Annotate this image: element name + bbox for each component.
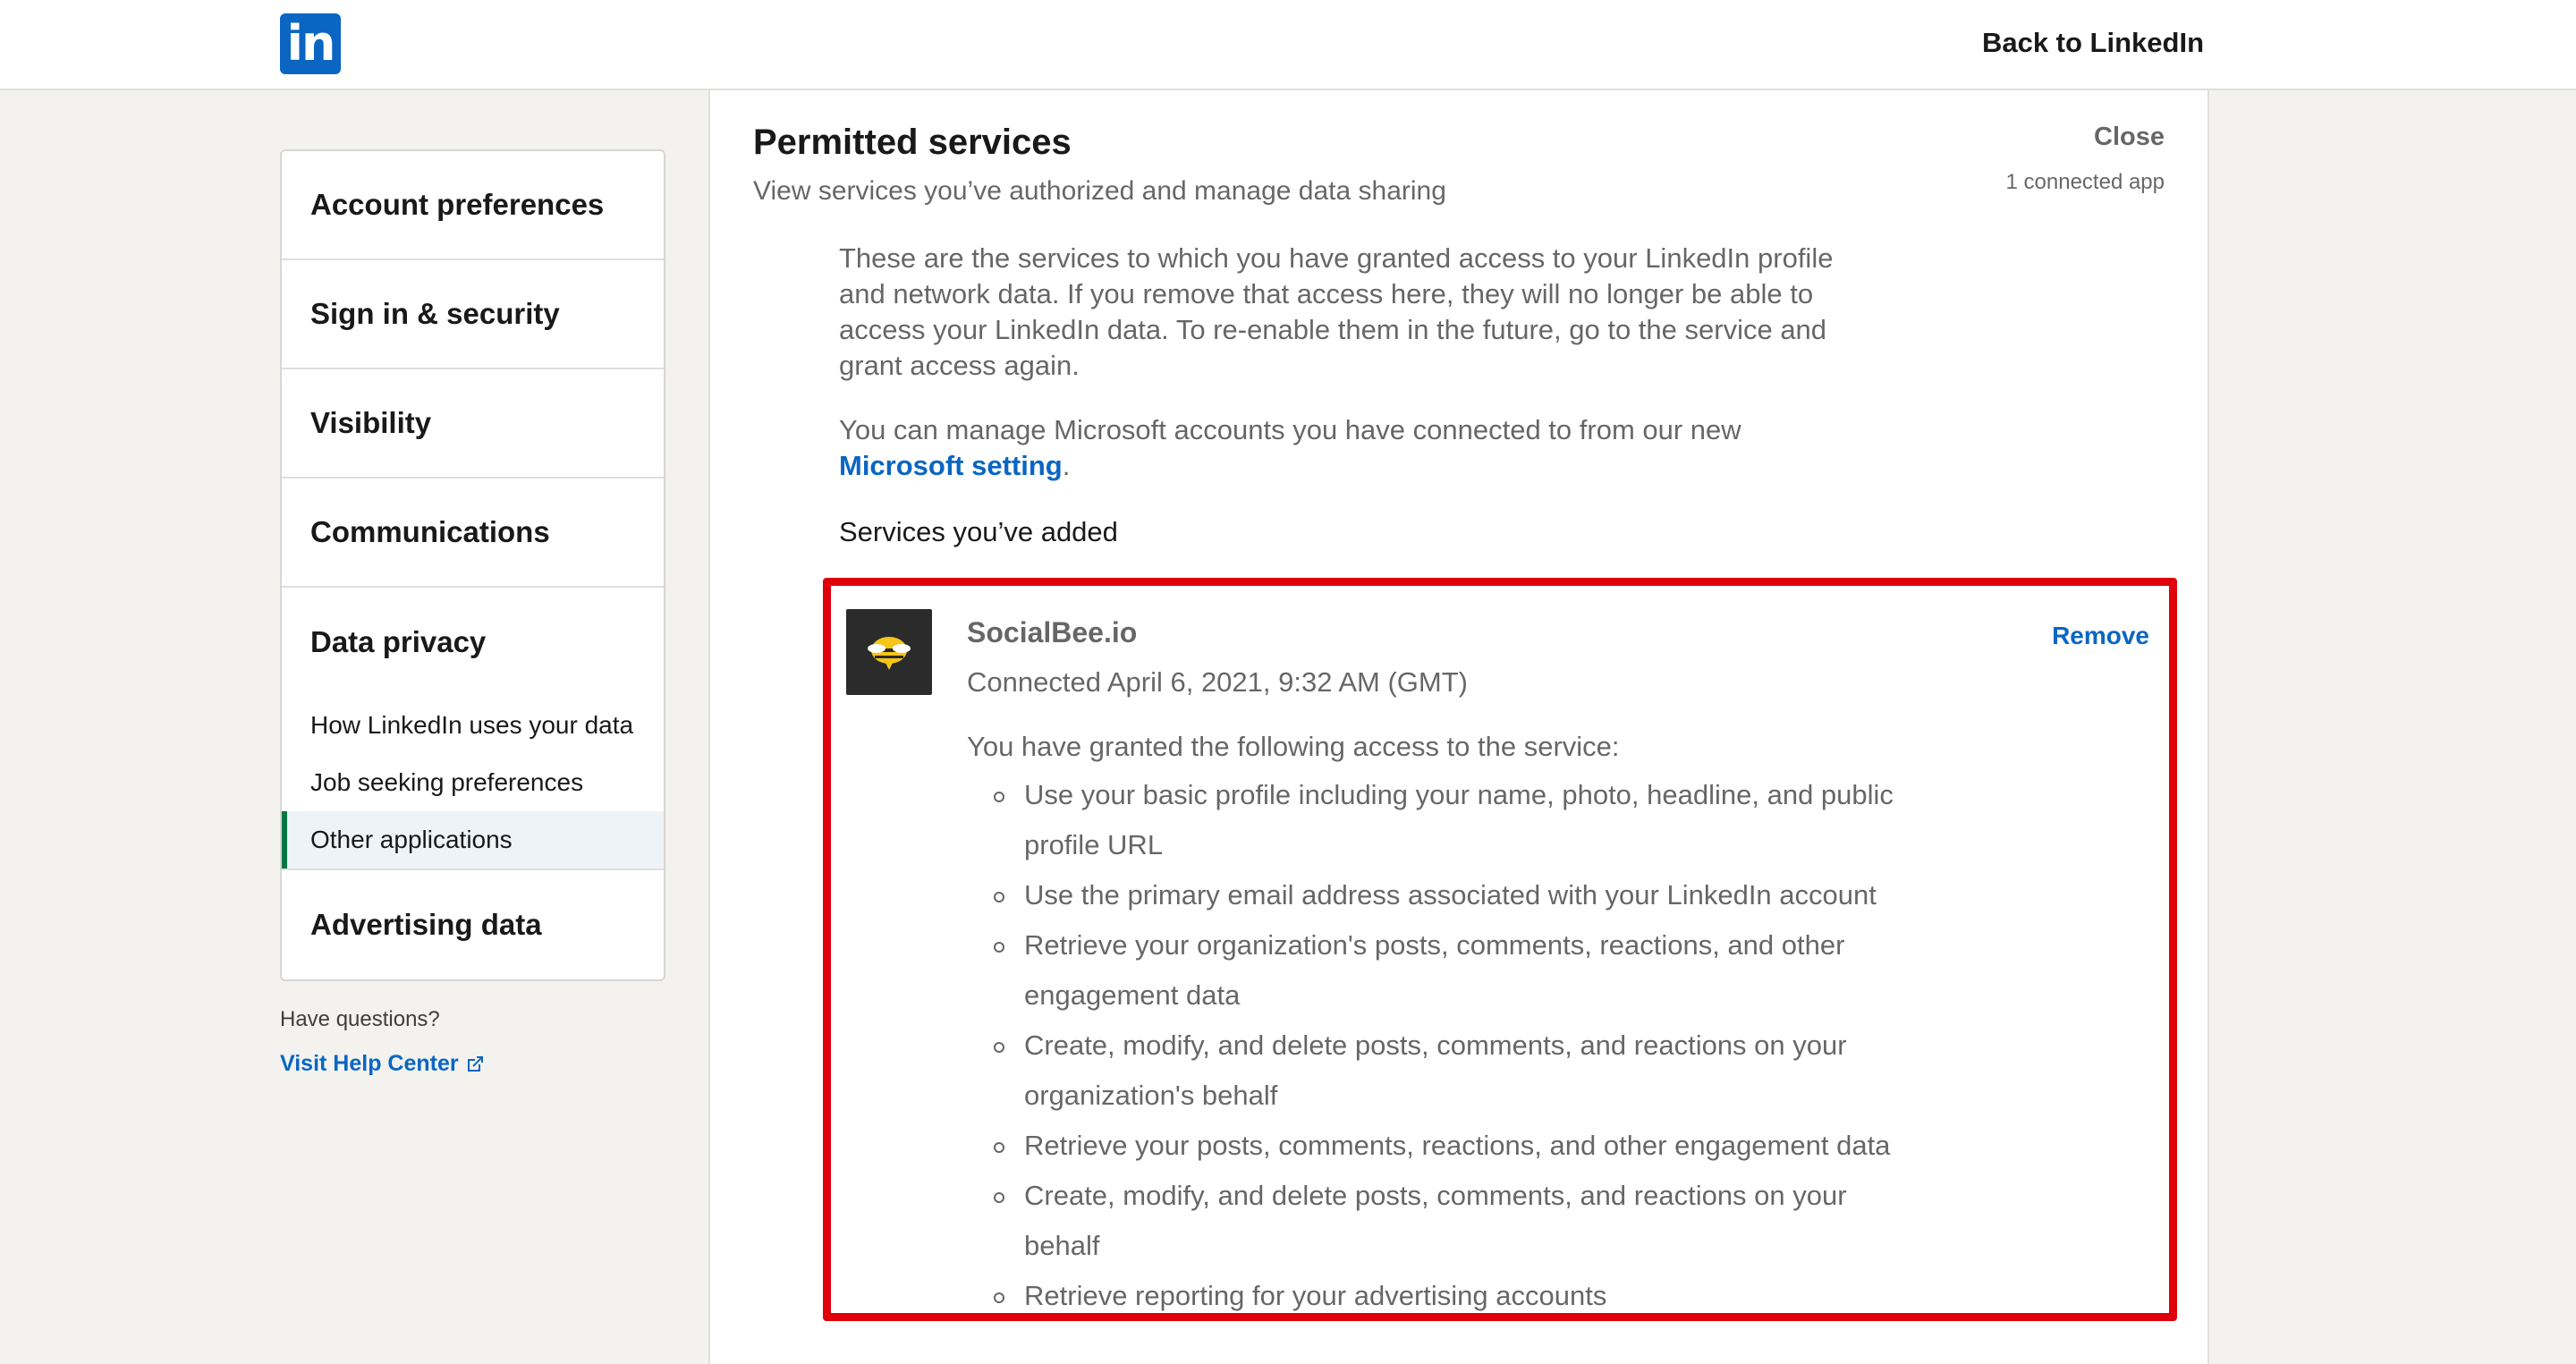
sidebar-item-account-preferences[interactable]: Account preferences <box>282 151 664 260</box>
permission-item: Create, modify, and delete posts, commen… <box>967 1021 1897 1121</box>
access-intro-text: You have granted the following access to… <box>967 731 1620 762</box>
sidebar-item-label: Advertising data <box>310 908 542 941</box>
permission-item: Retrieve your posts, comments, reactions… <box>967 1121 1897 1171</box>
microsoft-note-period: . <box>1062 450 1071 481</box>
permission-item: Retrieve reporting for your advertising … <box>967 1271 1897 1321</box>
sidebar-item-sign-in-security[interactable]: Sign in & security <box>282 260 664 369</box>
sidebar-item-label: Account preferences <box>310 188 605 221</box>
sidebar-subitem-how-linkedin-uses-data[interactable]: How LinkedIn uses your data <box>282 697 664 754</box>
services-added-heading: Services you’ve added <box>839 516 1118 547</box>
sidebar-subitem-job-seeking-preferences[interactable]: Job seeking preferences <box>282 754 664 811</box>
back-to-linkedin-link[interactable]: Back to LinkedIn <box>1982 27 2204 59</box>
sidebar-item-label: Sign in & security <box>310 297 560 330</box>
sidebar-item-data-privacy-header[interactable]: Data privacy <box>282 588 664 697</box>
external-link-icon <box>467 1055 483 1072</box>
service-name: SocialBee.io <box>967 616 1138 648</box>
connected-app-count: 1 connected app <box>2005 170 2165 194</box>
service-connected-date: Connected April 6, 2021, 9:32 AM (GMT) <box>967 666 1468 698</box>
sidebar-item-visibility[interactable]: Visibility <box>282 369 664 479</box>
visit-help-center-link[interactable]: Visit Help Center <box>280 1051 486 1077</box>
sidebar-item-label: Data privacy <box>310 625 487 658</box>
microsoft-note-text: You can manage Microsoft accounts you ha… <box>839 414 1741 445</box>
sidebar-subitem-other-applications[interactable]: Other applications <box>282 811 664 868</box>
sidebar-item-data-privacy: Data privacy How LinkedIn uses your data… <box>282 588 664 870</box>
close-button[interactable]: Close <box>2094 123 2165 152</box>
permission-item: Use your basic profile including your na… <box>967 770 1897 870</box>
bee-icon <box>846 609 932 695</box>
service-card-highlighted: SocialBee.io Connected April 6, 2021, 9:… <box>823 578 2177 1321</box>
top-bar: in Back to LinkedIn <box>0 0 2576 90</box>
main-panel: Permitted services View services you’ve … <box>708 90 2209 1364</box>
page-title: Permitted services <box>753 123 1072 162</box>
linkedin-logo-icon[interactable]: in <box>280 13 341 74</box>
sidebar-item-advertising-data[interactable]: Advertising data <box>282 870 664 979</box>
permission-item: Retrieve your organization's posts, comm… <box>967 920 1897 1021</box>
permission-item: Use the primary email address associated… <box>967 870 1897 920</box>
help-link-label: Visit Help Center <box>280 1051 459 1076</box>
settings-sidebar: Account preferences Sign in & security V… <box>280 149 665 981</box>
permission-list: Use your basic profile including your na… <box>967 770 1897 1321</box>
help-question: Have questions? <box>280 1007 440 1031</box>
permission-item: Create, modify, and delete posts, commen… <box>967 1171 1897 1271</box>
sidebar-item-label: Communications <box>310 515 550 548</box>
permitted-services-description: These are the services to which you have… <box>839 242 1834 381</box>
sidebar-item-communications[interactable]: Communications <box>282 479 664 588</box>
sidebar-item-label: Visibility <box>310 406 432 439</box>
microsoft-accounts-note: You can manage Microsoft accounts you ha… <box>839 412 1841 484</box>
remove-service-button[interactable]: Remove <box>2052 622 2149 650</box>
page-subtitle: View services you’ve authorized and mana… <box>753 176 1446 206</box>
microsoft-setting-link[interactable]: Microsoft setting <box>839 450 1063 481</box>
